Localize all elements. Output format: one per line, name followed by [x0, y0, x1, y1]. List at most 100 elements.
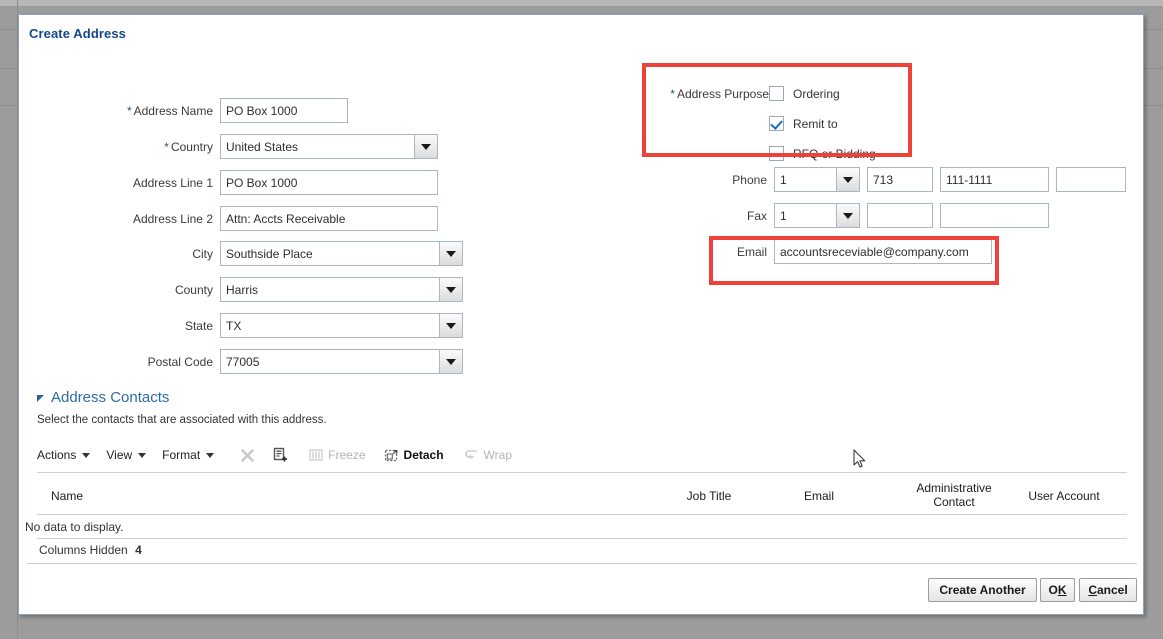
input-fax-area-code[interactable]	[867, 203, 933, 228]
checkbox-label-ordering: Ordering	[793, 86, 840, 101]
toolbar-button-delete	[240, 448, 255, 463]
field-label-state: State	[184, 318, 213, 333]
chevron-down-icon	[446, 286, 456, 293]
toolbar-button-freeze: Freeze	[309, 448, 366, 462]
input-fax-country-code[interactable]: 1	[774, 203, 836, 228]
chevron-down-icon	[843, 212, 853, 219]
field-state: State TX	[91, 313, 463, 338]
field-city: City Southside Place	[91, 241, 463, 266]
field-fax: Fax 1	[699, 203, 1049, 228]
toolbar-menu-format[interactable]: Format	[162, 448, 215, 462]
field-address-purpose: * Address Purpose	[649, 87, 776, 101]
checkbox-row-ordering[interactable]: Ordering	[769, 86, 840, 101]
toolbar-menu-format-label: Format	[162, 448, 201, 462]
delete-x-icon	[241, 448, 254, 462]
field-label-address-purpose: * Address Purpose	[670, 87, 769, 101]
input-phone-extension[interactable]	[1056, 167, 1126, 192]
checkbox-row-remit-to[interactable]: Remit to	[769, 116, 838, 131]
field-county: County Harris	[91, 277, 463, 302]
combo-fax-country-code[interactable]: 1	[774, 203, 860, 228]
freeze-icon	[309, 449, 323, 461]
background-top-band	[0, 0, 1163, 6]
columns-hidden-label: Columns Hidden	[39, 543, 128, 557]
input-address-line-1[interactable]: PO Box 1000	[220, 170, 438, 195]
table-header-rule	[37, 514, 1127, 515]
postal-code-dropdown-button[interactable]	[439, 349, 463, 374]
footer-separator	[27, 563, 1137, 564]
country-dropdown-button[interactable]	[414, 134, 438, 159]
combo-county[interactable]: Harris	[220, 277, 463, 302]
address-contacts-section-title: Address Contacts	[51, 389, 170, 406]
table-header-administrative-contact[interactable]: Administrative Contact	[904, 481, 1004, 509]
chevron-down-icon	[82, 452, 91, 458]
field-phone: Phone 1 713 111-1111	[699, 167, 1126, 192]
input-phone-country-code[interactable]: 1	[774, 167, 836, 192]
table-header-job-title[interactable]: Job Title	[664, 489, 754, 503]
combo-state[interactable]: TX	[220, 313, 463, 338]
toolbar-button-wrap-label: Wrap	[483, 448, 512, 462]
checkbox-rfq-or-bidding[interactable]	[769, 146, 784, 161]
ok-button-accesskey: K	[1057, 583, 1067, 597]
combo-postal-code[interactable]: 77005	[220, 349, 463, 374]
toolbar-menu-actions[interactable]: Actions	[37, 448, 91, 462]
field-postal-code: Postal Code 77005	[91, 349, 463, 374]
input-city[interactable]: Southside Place	[220, 241, 439, 266]
dialog-title: Create Address	[29, 26, 127, 41]
required-marker: *	[126, 103, 132, 118]
table-bottom-rule	[37, 538, 1127, 539]
table-empty-message: No data to display.	[25, 520, 124, 534]
checkbox-ordering[interactable]	[769, 86, 784, 101]
required-marker: *	[164, 139, 169, 154]
collapse-triangle-icon[interactable]	[37, 395, 44, 402]
toolbar-menu-actions-label: Actions	[37, 448, 77, 462]
input-fax-number[interactable]	[940, 203, 1049, 228]
input-state[interactable]: TX	[220, 313, 439, 338]
phone-country-code-dropdown-button[interactable]	[836, 167, 860, 192]
table-header-user-account[interactable]: User Account	[1009, 489, 1119, 503]
toolbar-menu-view-label: View	[106, 448, 133, 462]
fax-country-code-dropdown-button[interactable]	[836, 203, 860, 228]
field-address-line-2: Address Line 2 Attn: Accts Receivable	[91, 206, 438, 231]
checkbox-label-remit-to: Remit to	[793, 116, 838, 131]
chevron-down-icon	[206, 452, 215, 458]
checkbox-remit-to[interactable]	[769, 116, 784, 131]
checkbox-row-rfq-or-bidding[interactable]: RFQ or Bidding	[769, 146, 876, 161]
required-marker: *	[670, 87, 675, 101]
checkbox-label-rfq-or-bidding: RFQ or Bidding	[793, 146, 876, 161]
input-county[interactable]: Harris	[220, 277, 439, 302]
input-address-line-2[interactable]: Attn: Accts Receivable	[220, 206, 438, 231]
toolbar-menu-view[interactable]: View	[106, 448, 147, 462]
field-label-address-name: * Address Name	[126, 103, 213, 118]
field-label-postal-code: Postal Code	[147, 354, 213, 369]
combo-city[interactable]: Southside Place	[220, 241, 463, 266]
input-country[interactable]: United States	[220, 134, 414, 159]
city-dropdown-button[interactable]	[439, 241, 463, 266]
toolbar-button-detach-label: Detach	[403, 448, 444, 462]
toolbar-button-add-row[interactable]	[273, 447, 289, 463]
ok-button[interactable]: OK	[1040, 578, 1075, 602]
create-another-button[interactable]: Create Another	[928, 578, 1037, 602]
chevron-down-icon	[446, 358, 456, 365]
input-address-name[interactable]: PO Box 1000	[220, 98, 348, 123]
table-header-email[interactable]: Email	[779, 489, 859, 503]
detach-icon	[384, 449, 397, 461]
toolbar-button-detach[interactable]: Detach	[384, 448, 444, 463]
input-phone-area-code[interactable]: 713	[867, 167, 933, 192]
field-label-email: Email	[736, 244, 767, 259]
state-dropdown-button[interactable]	[439, 313, 463, 338]
cancel-button[interactable]: Cancel	[1079, 578, 1137, 602]
address-purpose-highlight	[642, 63, 912, 157]
input-phone-number[interactable]: 111-1111	[940, 167, 1049, 192]
input-email[interactable]: accountsreceviable@company.com	[774, 239, 992, 264]
county-dropdown-button[interactable]	[439, 277, 463, 302]
table-header-name[interactable]: Name	[51, 489, 141, 503]
field-label-phone: Phone	[732, 172, 767, 187]
wrap-icon	[464, 450, 477, 460]
field-label-address-line-1: Address Line 1	[132, 175, 213, 190]
combo-country[interactable]: United States	[220, 134, 438, 159]
address-contacts-section-header[interactable]: Address Contacts	[37, 389, 169, 406]
field-address-line-1: Address Line 1 PO Box 1000	[91, 170, 438, 195]
input-postal-code[interactable]: 77005	[220, 349, 439, 374]
combo-phone-country-code[interactable]: 1	[774, 167, 860, 192]
columns-hidden-count: 4	[135, 543, 142, 557]
